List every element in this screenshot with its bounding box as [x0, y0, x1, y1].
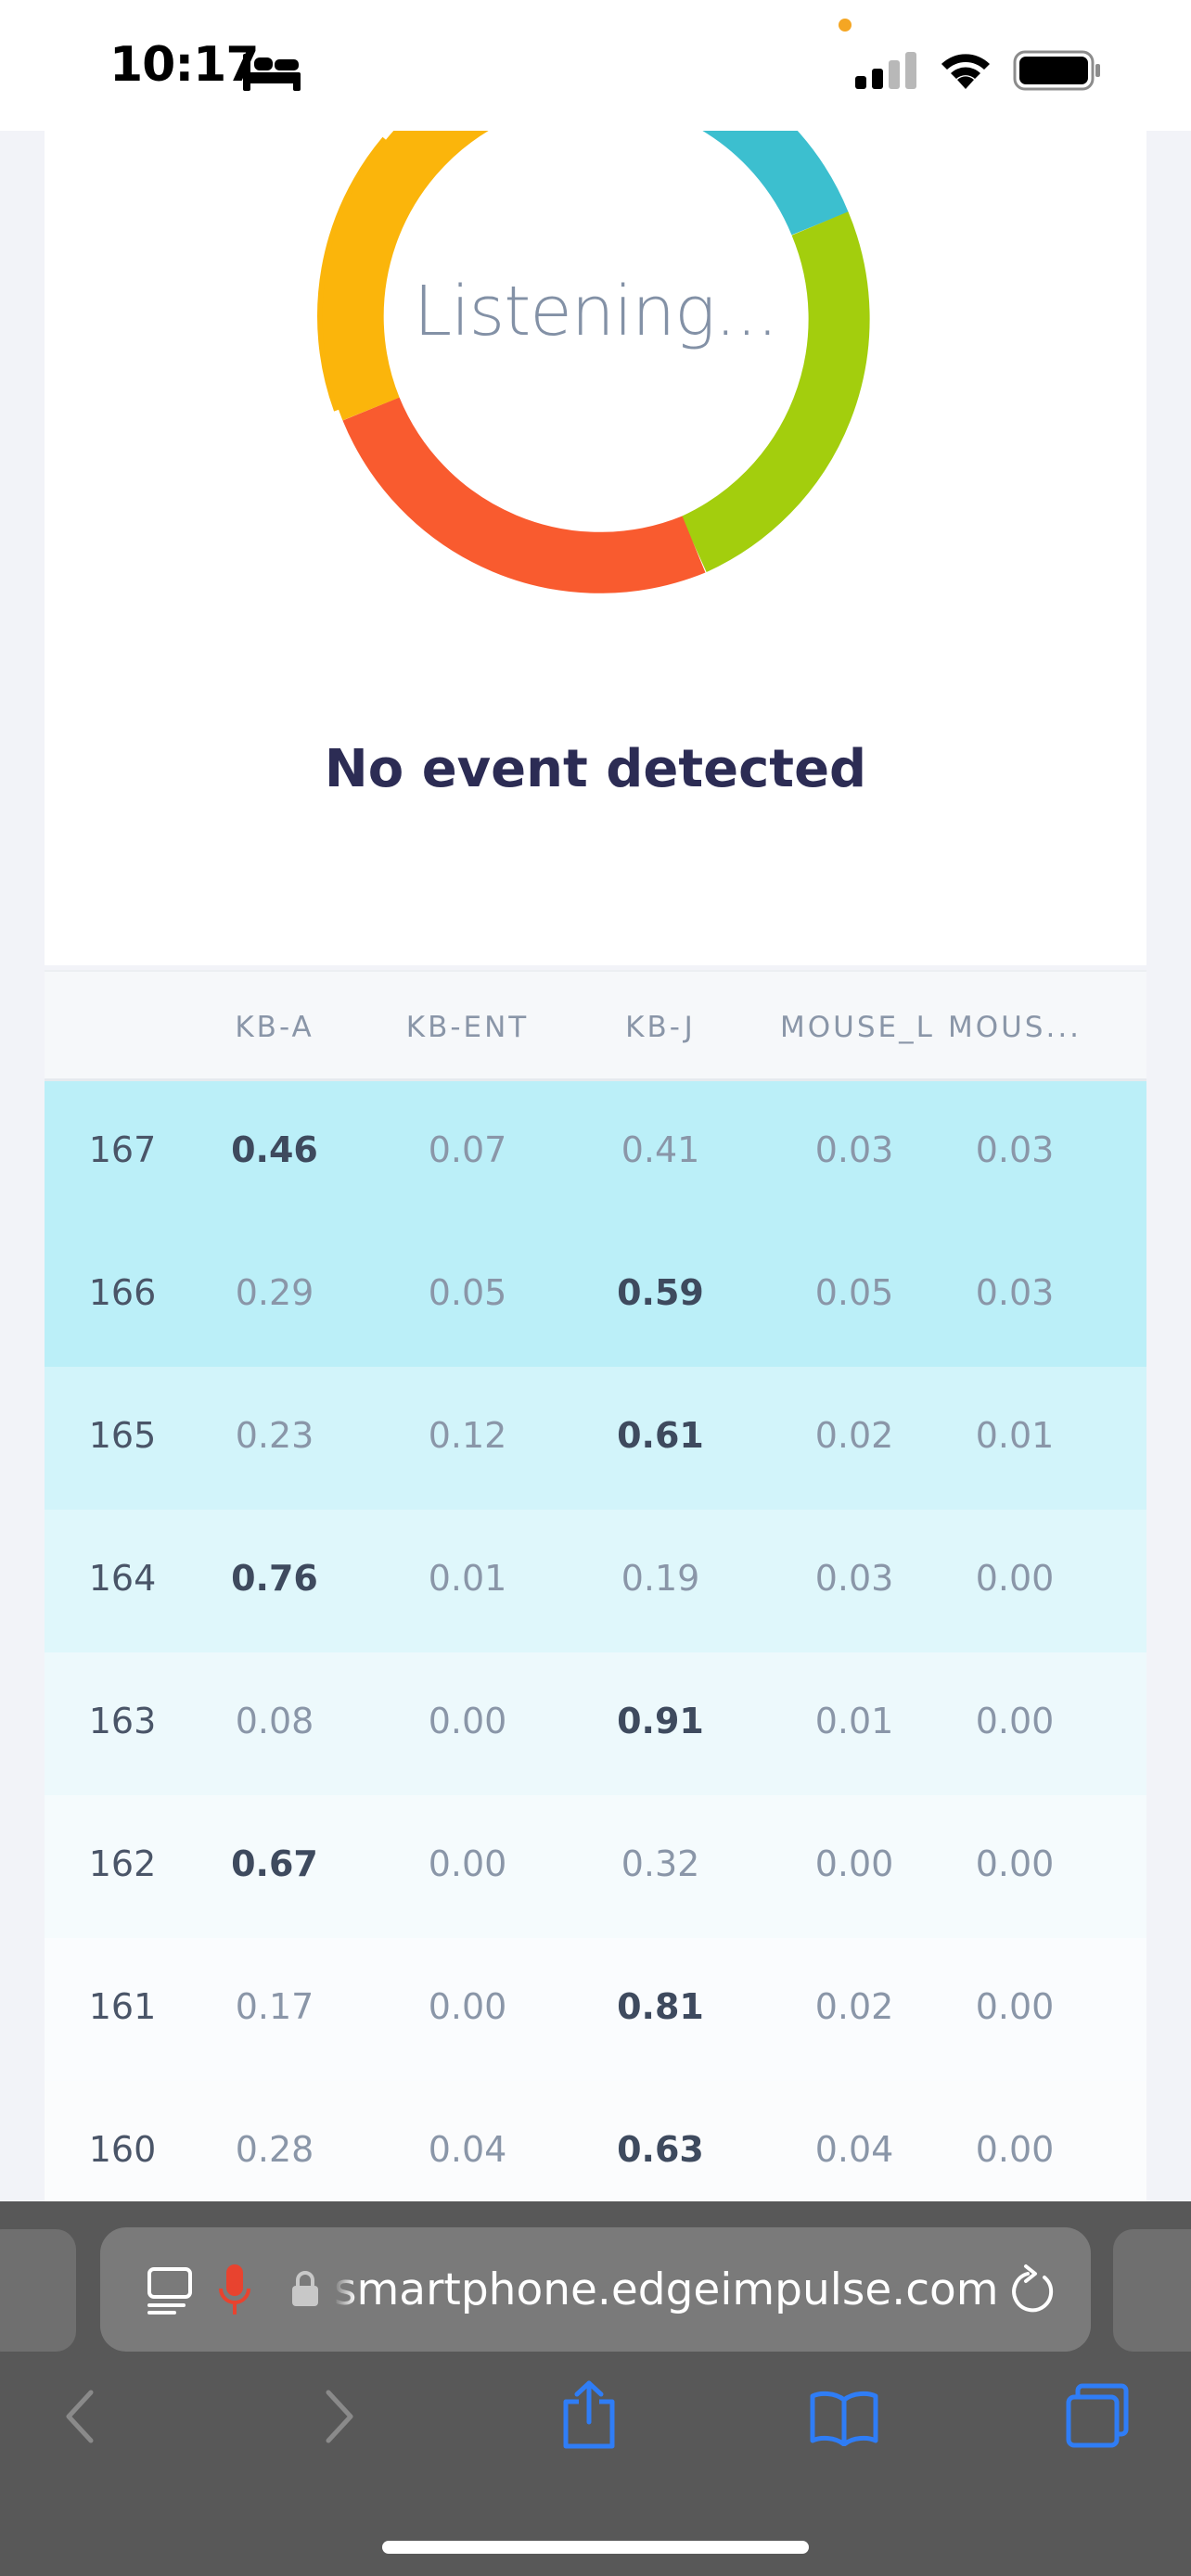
score-cell: 0.01 [814, 1701, 894, 1741]
address-bar[interactable]: smartphone.edgeimpulse.com [100, 2227, 1091, 2352]
header-kb-a: KB-A [235, 1011, 314, 1044]
score-cell: 0.04 [814, 2129, 894, 2170]
score-cell: 0.00 [975, 2129, 1055, 2170]
table-row: 164 0.76 0.01 0.19 0.03 0.00 [45, 1510, 1146, 1652]
reload-icon[interactable] [1009, 2263, 1057, 2315]
tabs-icon[interactable] [1065, 2383, 1130, 2448]
score-cell: 0.12 [428, 1415, 507, 1456]
share-icon[interactable] [560, 2379, 618, 2450]
score-cell: 0.19 [621, 1558, 700, 1599]
header-kb-j: KB-J [625, 1011, 696, 1044]
previous-tab-preview[interactable] [0, 2229, 76, 2352]
row-index: 162 [88, 1843, 157, 1884]
table-header: KB-A KB-ENT KB-J MOUSE_L MOUS... [45, 970, 1146, 1081]
battery-icon [1013, 50, 1100, 91]
score-cell: 0.05 [428, 1272, 507, 1313]
listening-label: Listening... [413, 272, 778, 351]
status-time: 10:17 [109, 37, 260, 93]
score-cell: 0.23 [235, 1415, 314, 1456]
score-cell: 0.59 [617, 1272, 704, 1313]
score-cell: 0.03 [814, 1129, 894, 1170]
score-cell: 0.61 [617, 1415, 704, 1456]
score-cell: 0.81 [617, 1986, 704, 2027]
row-index: 163 [88, 1701, 157, 1741]
score-cell: 0.63 [617, 2129, 704, 2170]
back-icon[interactable] [61, 2387, 98, 2446]
score-cell: 0.04 [428, 2129, 507, 2170]
wifi-icon [941, 54, 990, 89]
score-cell: 0.00 [428, 1843, 507, 1884]
microphone-in-use-icon [219, 2264, 250, 2315]
score-cell: 0.07 [428, 1129, 507, 1170]
url-text[interactable]: smartphone.edgeimpulse.com [334, 2264, 999, 2315]
table-row: 161 0.17 0.00 0.81 0.02 0.00 [45, 1938, 1146, 2081]
header-mouse-r: MOUS... [947, 1011, 1082, 1044]
status-bar: 10:17 [0, 0, 1191, 131]
browser-toolbar: smartphone.edgeimpulse.com [0, 2201, 1191, 2576]
lock-icon [292, 2271, 318, 2306]
score-cell: 0.00 [975, 1558, 1055, 1599]
score-cell: 0.67 [231, 1843, 318, 1884]
event-status-label: No event detected [324, 739, 867, 799]
header-kb-ent: KB-ENT [405, 1011, 530, 1044]
classifier-card: Listening... No event detected [45, 131, 1146, 965]
page-format-icon[interactable] [147, 2266, 193, 2315]
next-tab-preview[interactable] [1113, 2229, 1191, 2352]
row-index: 166 [88, 1272, 157, 1313]
score-cell: 0.02 [814, 1986, 894, 2027]
score-cell: 0.00 [975, 1701, 1055, 1741]
row-index: 167 [88, 1129, 157, 1170]
sleep-focus-icon [243, 54, 301, 91]
table-row: 162 0.67 0.00 0.32 0.00 0.00 [45, 1795, 1146, 1938]
score-cell: 0.46 [231, 1129, 318, 1170]
score-cell: 0.76 [231, 1558, 318, 1599]
score-cell: 0.91 [617, 1701, 704, 1741]
score-cell: 0.41 [621, 1129, 700, 1170]
header-mouse-l: MOUSE_L [780, 1011, 935, 1044]
score-cell: 0.17 [235, 1986, 314, 2027]
score-cell: 0.01 [975, 1415, 1055, 1456]
row-index: 164 [88, 1558, 157, 1599]
score-cell: 0.32 [621, 1843, 700, 1884]
row-index: 160 [88, 2129, 157, 2170]
url-fade [334, 2255, 356, 2326]
table-body: 167 0.46 0.07 0.41 0.03 0.03 166 0.29 0.05 0.59 0.… [45, 1081, 1146, 2224]
score-cell: 0.00 [975, 1843, 1055, 1884]
privacy-indicator-dot [839, 19, 852, 32]
forward-icon[interactable] [321, 2387, 358, 2446]
score-cell: 0.00 [975, 1986, 1055, 2027]
score-cell: 0.03 [814, 1558, 894, 1599]
table-row: 163 0.08 0.00 0.91 0.01 0.00 [45, 1652, 1146, 1795]
table-row: 165 0.23 0.12 0.61 0.02 0.01 [45, 1367, 1146, 1510]
row-index: 165 [88, 1415, 157, 1456]
score-cell: 0.28 [235, 2129, 314, 2170]
score-cell: 0.00 [428, 1701, 507, 1741]
home-indicator[interactable] [382, 2541, 809, 2554]
confidence-ring-chart [317, 131, 874, 594]
score-cell: 0.00 [428, 1986, 507, 2027]
bookmarks-icon[interactable] [809, 2389, 879, 2446]
score-cell: 0.03 [975, 1129, 1055, 1170]
table-row: 166 0.29 0.05 0.59 0.05 0.03 [45, 1224, 1146, 1367]
table-row: 167 0.46 0.07 0.41 0.03 0.03 [45, 1081, 1146, 1224]
results-table: KB-A KB-ENT KB-J MOUSE_L MOUS... 167 0.46… [45, 970, 1146, 2224]
score-cell: 0.00 [814, 1843, 894, 1884]
score-cell: 0.05 [814, 1272, 894, 1313]
cellular-signal-icon [855, 52, 916, 89]
score-cell: 0.02 [814, 1415, 894, 1456]
score-cell: 0.29 [235, 1272, 314, 1313]
score-cell: 0.03 [975, 1272, 1055, 1313]
row-index: 161 [88, 1986, 157, 2027]
score-cell: 0.01 [428, 1558, 507, 1599]
score-cell: 0.08 [235, 1701, 314, 1741]
